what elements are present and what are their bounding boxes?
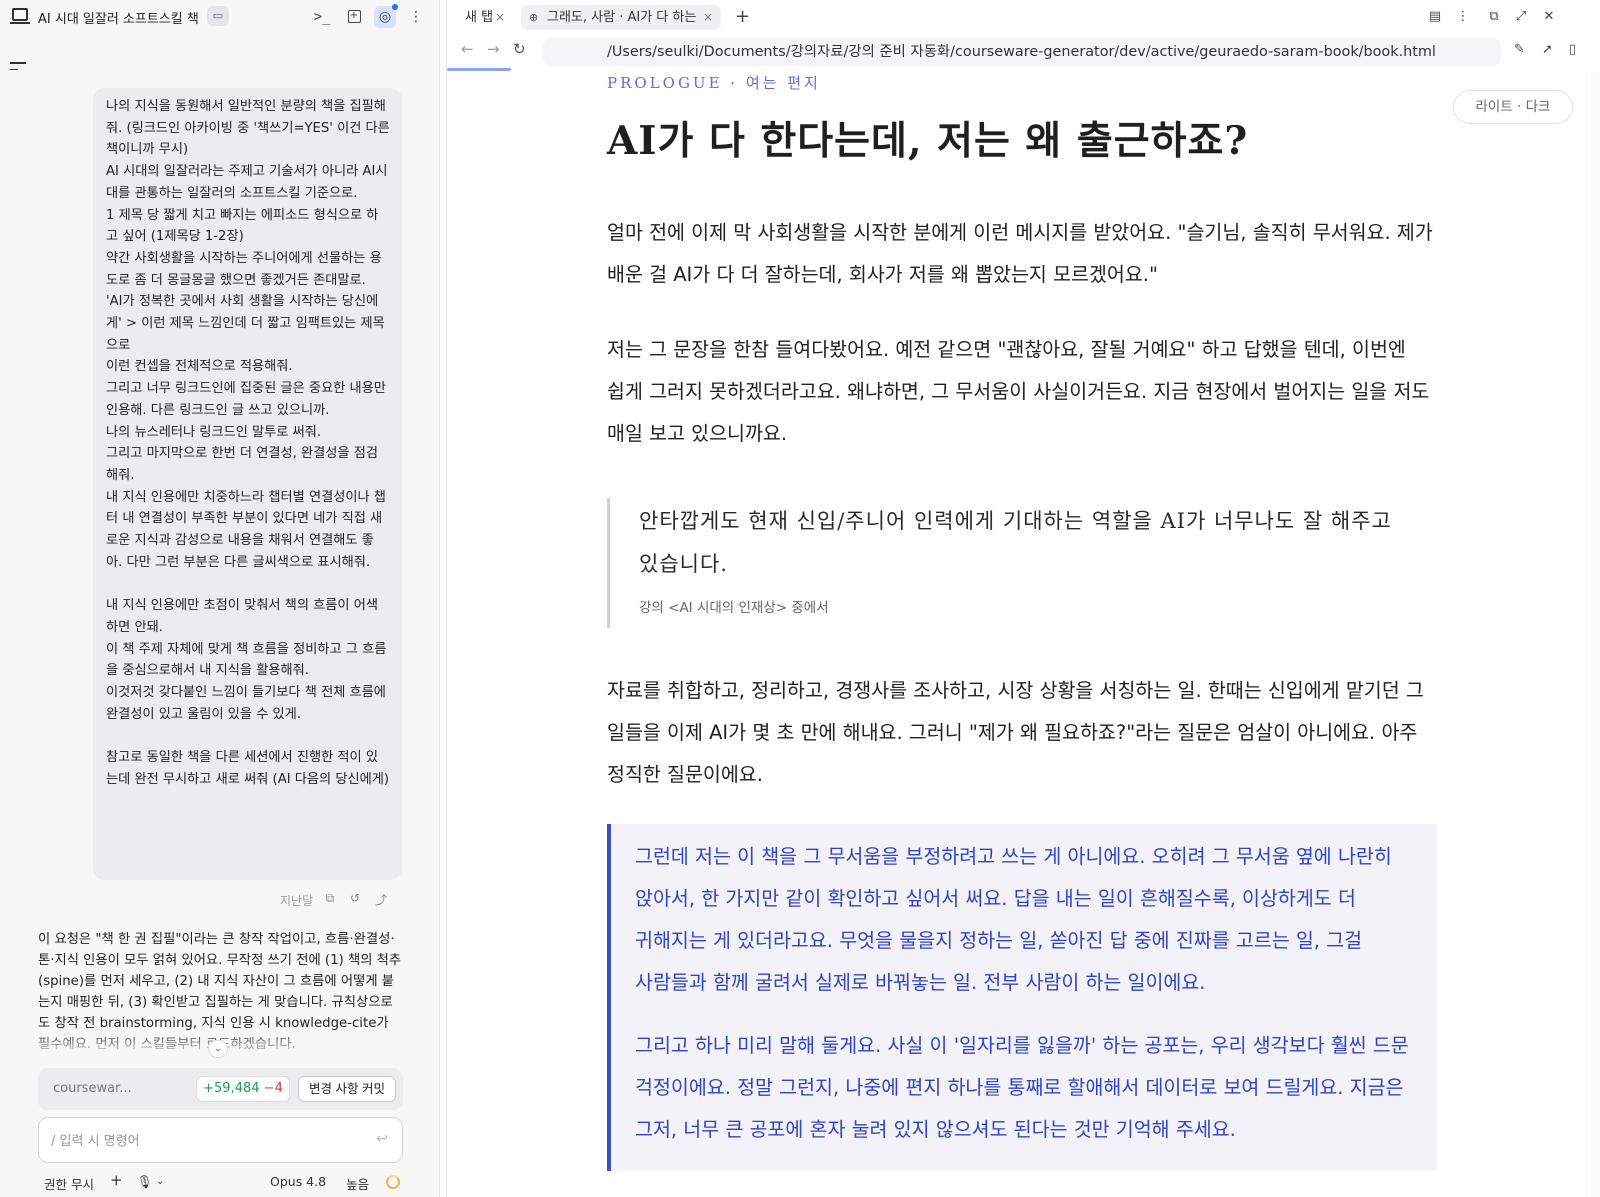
tab-label: 새 탭 xyxy=(465,10,494,25)
mic-icon[interactable]: 🎙 xyxy=(137,1174,153,1190)
tab-bar: 새 탭 × ⊕ 그래도, 사람 · AI가 다 하는 세상에서 × + ▤ ⋮ … xyxy=(447,0,1600,34)
cursor-icon[interactable]: ➚ xyxy=(1542,42,1553,57)
share-icon[interactable]: ⤴ xyxy=(373,891,389,907)
user-message: 나의 지식을 동원해서 일반적인 분량의 책을 집필해줘. (링크드인 아카이빙… xyxy=(93,88,402,880)
repo-name[interactable]: coursewar... xyxy=(53,1081,132,1096)
globe-icon: ⊕ xyxy=(529,11,539,24)
load-progress-bar xyxy=(447,68,511,71)
diff-stats[interactable]: +59,484 −4 xyxy=(196,1076,290,1102)
callout-paragraph: 그리고 하나 미리 말해 둘게요. 사실 이 '일자리를 잃을까' 하는 공포는… xyxy=(635,1034,1409,1141)
copy-icon[interactable]: ⧉ xyxy=(322,891,338,907)
book-icon xyxy=(10,8,30,24)
sidebar-toggle-icon[interactable] xyxy=(10,62,26,72)
tab-book[interactable]: ⊕ 그래도, 사람 · AI가 다 하는 세상에서 × xyxy=(521,5,721,30)
commit-button[interactable]: 변경 사항 커밋 xyxy=(298,1076,396,1102)
send-icon[interactable]: ↩ xyxy=(376,1131,388,1147)
windows-icon[interactable]: ⧉ xyxy=(1484,7,1504,27)
new-tab-icon[interactable]: + xyxy=(735,5,750,29)
nav-bar: ← → ↻ /Users/seulki/Documents/강의자료/강의 준비… xyxy=(447,34,1600,70)
paragraph: 자료를 취합하고, 정리하고, 경쟁사를 조사하고, 시장 상황을 서칭하는 일… xyxy=(607,679,1424,786)
paragraph: 얼마 전에 이제 막 사회생활을 시작한 분에게 이런 메시지를 받았어요. "… xyxy=(607,221,1433,286)
prompt-input[interactable] xyxy=(51,1131,351,1151)
message-time: 지난달 xyxy=(280,894,314,908)
tab-label: 그래도, 사람 · AI가 다 하는 세상에서 xyxy=(547,10,697,25)
git-status-bar: coursewar... +59,484 −4 변경 사항 커밋 xyxy=(38,1068,403,1110)
blockquote: 안타깝게도 현재 신입/주니어 인력에게 기대하는 역할을 AI가 너무나도 잘… xyxy=(607,498,1437,628)
permission-mode[interactable]: 권한 무시 xyxy=(44,1174,94,1193)
layout-icon[interactable]: ▤ xyxy=(1425,7,1445,27)
forward-icon[interactable]: → xyxy=(487,40,500,58)
theme-toggle-button[interactable]: 라이트 · 다크 xyxy=(1453,90,1573,124)
globe-icon[interactable]: ◎ xyxy=(374,4,398,28)
add-icon[interactable]: + xyxy=(110,1171,123,1189)
prompt-box: ↩ xyxy=(38,1117,403,1163)
chat-footer: 권한 무시 + 🎙 ⌄ Opus 4.8 높음 xyxy=(38,1171,408,1193)
effort-selector[interactable]: 높음 xyxy=(346,1174,369,1193)
diff-additions: +59,484 xyxy=(203,1081,260,1096)
folder-icon[interactable]: ▭ xyxy=(207,6,229,26)
model-selector[interactable]: Opus 4.8 xyxy=(270,1174,326,1189)
chapter-eyebrow: PROLOGUE · 여는 편지 xyxy=(607,74,821,92)
new-file-icon[interactable]: + xyxy=(343,6,365,28)
page-scrollbar[interactable] xyxy=(1590,72,1600,1197)
message-meta: 지난달 ⧉ ↺ ⤴ xyxy=(270,891,410,909)
close-icon[interactable]: ✕ xyxy=(1539,7,1559,27)
close-icon[interactable]: × xyxy=(495,5,505,30)
expand-icon[interactable]: ⤢ xyxy=(1511,7,1531,27)
quote-text: 안타깝게도 현재 신입/주니어 인력에게 기대하는 역할을 AI가 너무나도 잘… xyxy=(639,509,1392,576)
loading-spinner-icon xyxy=(386,1175,400,1189)
paragraph: 저는 그 문장을 한참 들여다봤어요. 예전 같으면 "괜찮아요, 잘될 거예요… xyxy=(607,338,1430,445)
highlight-callout: 그런데 저는 이 책을 그 무서움을 부정하려고 쓰는 게 아니에요. 오히려 … xyxy=(607,824,1437,1171)
chat-panel: AI 시대 일잘러 소프트스킬 책 ▭ >_ + ◎ ⋮ 나의 지식을 동원해서… xyxy=(0,0,440,1197)
tab-new-tab[interactable]: 새 탭 × xyxy=(457,5,513,30)
back-icon[interactable]: ← xyxy=(461,40,474,58)
user-message-text: 나의 지식을 동원해서 일반적인 분량의 책을 집필해줘. (링크드인 아카이빙… xyxy=(106,99,390,787)
terminal-icon[interactable]: >_ xyxy=(311,6,333,28)
close-icon[interactable]: × xyxy=(703,5,713,30)
callout-paragraph: 그런데 저는 이 책을 그 무서움을 부정하려고 쓰는 게 아니에요. 오히려 … xyxy=(635,845,1392,994)
browser-panel: 새 탭 × ⊕ 그래도, 사람 · AI가 다 하는 세상에서 × + ▤ ⋮ … xyxy=(446,0,1600,1197)
quote-source: 강의 <AI 시대의 인재상> 중에서 xyxy=(639,600,829,616)
url-text: /Users/seulki/Documents/강의자료/강의 준비 자동화/c… xyxy=(607,44,1436,60)
chat-header: AI 시대 일잘러 소프트스킬 책 ▭ >_ + ◎ ⋮ xyxy=(0,0,439,34)
diff-deletions: −4 xyxy=(263,1081,283,1096)
chapter-title: AI가 다 한다는데, 저는 왜 출근하죠? xyxy=(607,118,1249,164)
more-vert-icon[interactable]: ⋮ xyxy=(1453,7,1473,27)
notification-dot xyxy=(392,4,398,10)
undo-icon[interactable]: ↺ xyxy=(347,891,363,907)
address-bar[interactable]: /Users/seulki/Documents/강의자료/강의 준비 자동화/c… xyxy=(543,38,1501,66)
chevron-down-icon[interactable]: ⌄ xyxy=(156,1176,164,1187)
more-vert-icon[interactable]: ⋮ xyxy=(405,6,427,28)
clipboard-icon[interactable]: ▯ xyxy=(1569,42,1576,57)
chat-title[interactable]: AI 시대 일잘러 소프트스킬 책 xyxy=(38,8,199,27)
reload-icon[interactable]: ↻ xyxy=(513,40,526,58)
pen-icon[interactable]: ✎ xyxy=(1514,42,1525,57)
scroll-down-icon[interactable]: ⌄ xyxy=(208,1040,228,1058)
